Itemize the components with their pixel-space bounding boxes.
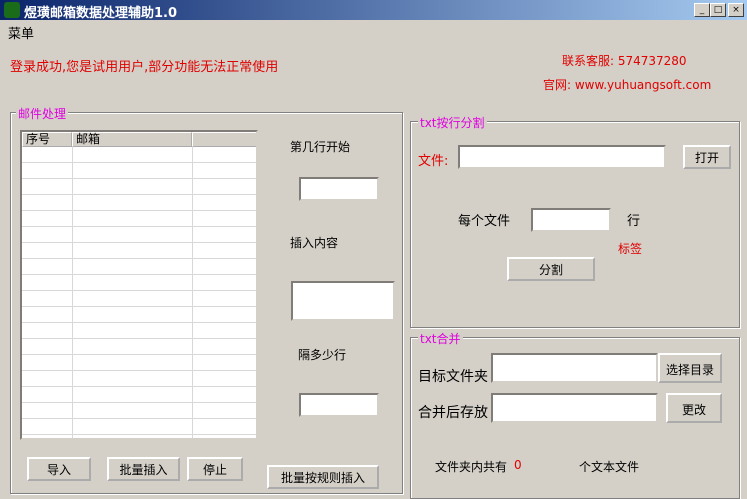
column-header-index[interactable]: 序号 bbox=[22, 132, 72, 147]
website-link[interactable]: 官网: www.yuhuangsoft.com bbox=[543, 76, 711, 93]
file-label: 文件: bbox=[418, 154, 449, 169]
save-location-label: 合并后存放 bbox=[418, 405, 488, 421]
interval-label: 隔多少行 bbox=[298, 348, 347, 362]
contact-service: 联系客服: 574737280 bbox=[562, 54, 687, 68]
column-header-extra[interactable] bbox=[192, 132, 256, 147]
target-folder-input[interactable] bbox=[491, 353, 658, 383]
insert-content-label: 插入内容 bbox=[290, 236, 339, 250]
email-list[interactable]: 序号 邮箱 bbox=[20, 130, 258, 440]
split-group-label: txt按行分割 bbox=[418, 114, 487, 131]
start-row-label: 第几行开始 bbox=[290, 140, 351, 154]
title-bar: 煜璜邮箱数据处理辅助1.0 _ □ × bbox=[0, 0, 747, 21]
menu-item[interactable]: 菜单 bbox=[8, 23, 34, 42]
mail-group-label: 邮件处理 bbox=[16, 105, 69, 122]
split-button[interactable]: 分割 bbox=[507, 257, 595, 281]
start-row-input[interactable] bbox=[299, 177, 379, 201]
tag-label: 标签 bbox=[618, 242, 643, 256]
insert-content-input[interactable] bbox=[291, 281, 395, 321]
batch-rule-insert-button[interactable]: 批量按规则插入 bbox=[267, 465, 379, 489]
lines-unit-label: 行 bbox=[627, 214, 641, 229]
open-button[interactable]: 打开 bbox=[683, 145, 731, 169]
app-logo-icon bbox=[4, 2, 20, 18]
interval-input[interactable] bbox=[299, 393, 379, 417]
choose-folder-button[interactable]: 选择目录 bbox=[658, 353, 722, 383]
merge-group-label: txt合并 bbox=[418, 330, 463, 347]
lines-per-file-input[interactable] bbox=[531, 208, 611, 232]
file-count: 0 bbox=[514, 458, 522, 472]
target-folder-label: 目标文件夹 bbox=[418, 369, 488, 385]
file-count-prefix: 文件夹内共有 bbox=[435, 460, 508, 474]
save-location-input[interactable] bbox=[491, 393, 658, 423]
maximize-button[interactable]: □ bbox=[710, 3, 726, 17]
column-divider bbox=[192, 147, 193, 438]
window-title: 煜璜邮箱数据处理辅助1.0 bbox=[24, 6, 178, 21]
file-input[interactable] bbox=[458, 145, 666, 169]
file-count-suffix: 个文本文件 bbox=[579, 460, 640, 474]
column-divider bbox=[72, 147, 73, 438]
import-button[interactable]: 导入 bbox=[27, 457, 91, 481]
batch-insert-button[interactable]: 批量插入 bbox=[107, 457, 180, 481]
close-button[interactable]: × bbox=[728, 3, 744, 17]
column-header-email[interactable]: 邮箱 bbox=[72, 132, 192, 147]
status-message: 登录成功,您是试用用户,部分功能无法正常使用 bbox=[10, 60, 279, 75]
per-file-label: 每个文件 bbox=[458, 214, 511, 229]
minimize-button[interactable]: _ bbox=[694, 3, 710, 17]
change-button[interactable]: 更改 bbox=[666, 393, 722, 423]
stop-button[interactable]: 停止 bbox=[187, 457, 243, 481]
